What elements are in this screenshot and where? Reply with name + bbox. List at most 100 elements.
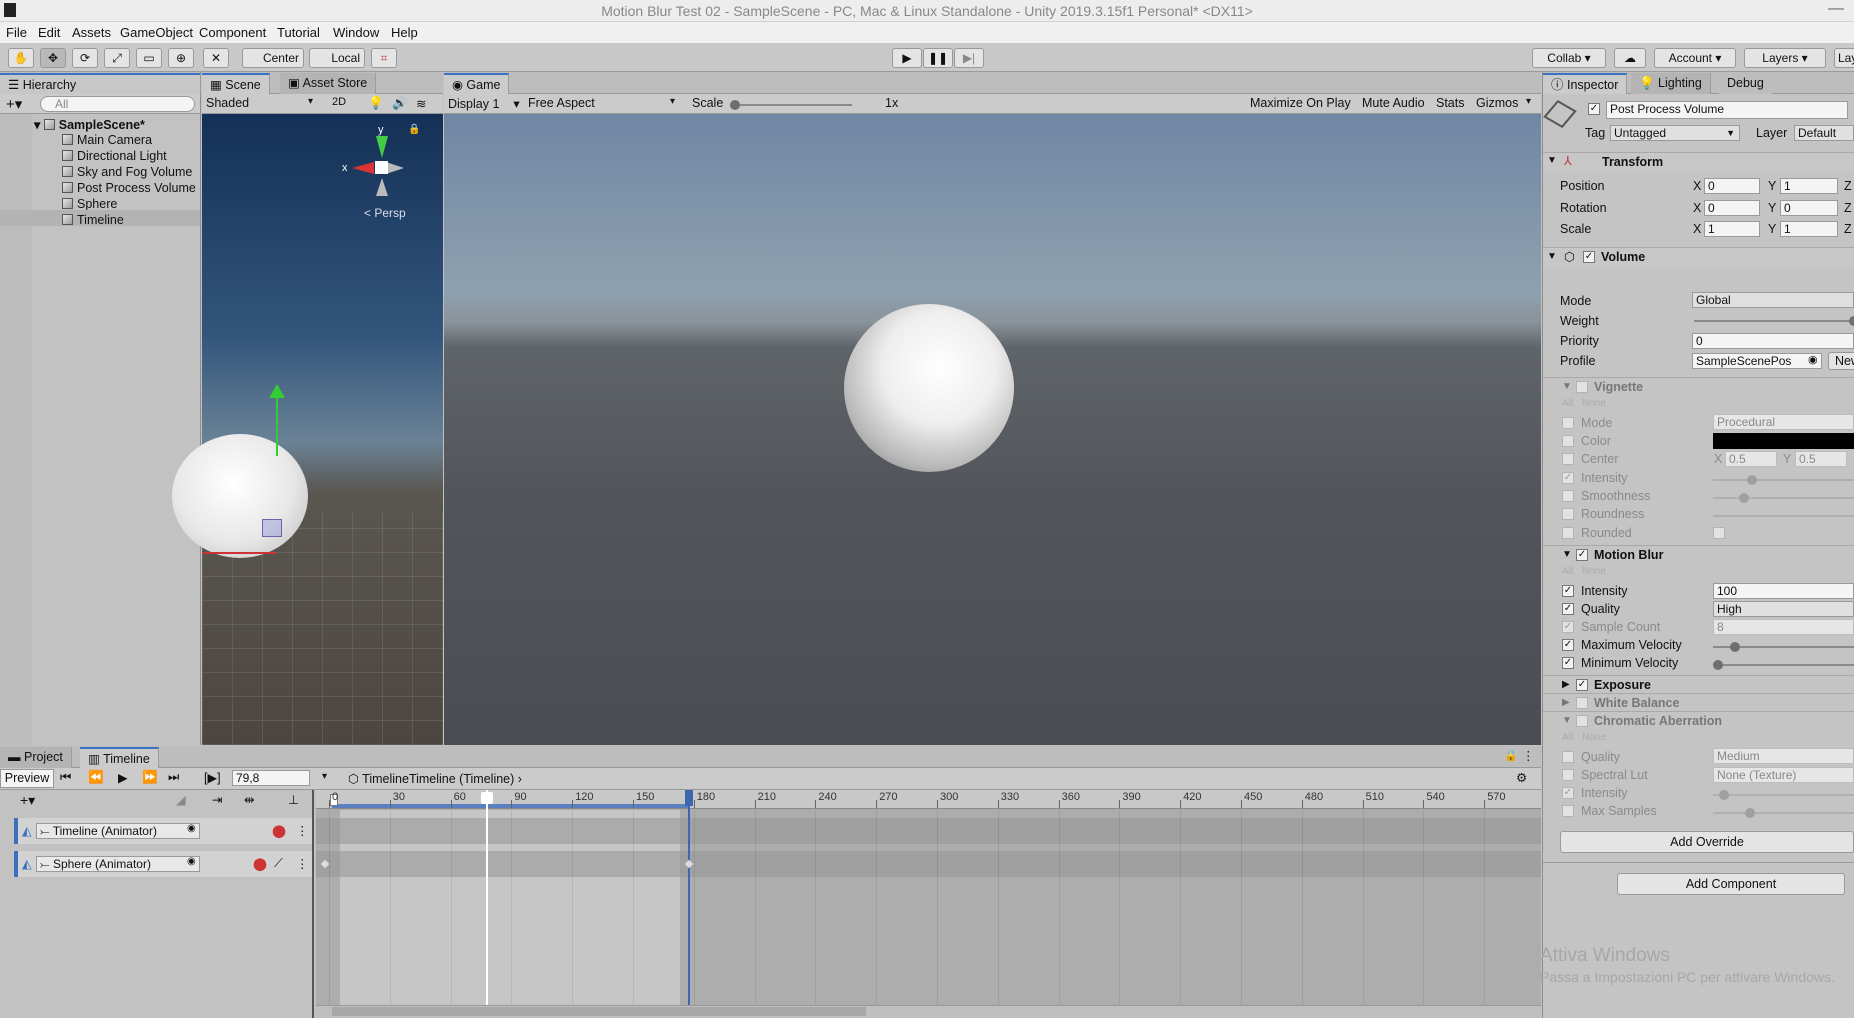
ca-spectral-override[interactable] bbox=[1562, 769, 1574, 781]
add-override-button[interactable]: Add Override bbox=[1560, 831, 1854, 853]
exposure-header[interactable] bbox=[1543, 675, 1854, 695]
volume-foldout-icon[interactable]: ▼ bbox=[1547, 251, 1557, 262]
display-dropdown[interactable]: Display 1 ▾ bbox=[448, 96, 520, 111]
ca-intensity-slider[interactable] bbox=[1713, 794, 1854, 796]
vignette-color-swatch[interactable] bbox=[1713, 433, 1854, 449]
audio-toggle-icon[interactable]: 🔊 bbox=[392, 96, 408, 111]
scale-slider-knob[interactable] bbox=[730, 100, 740, 110]
chromatic-all-toggle[interactable]: All bbox=[1562, 732, 1573, 743]
pivot-local-button[interactable]: Local bbox=[309, 48, 365, 68]
exposure-enabled-checkbox[interactable]: ✓ bbox=[1576, 679, 1588, 691]
preview-button[interactable]: Preview bbox=[0, 769, 54, 788]
binding-picker-icon[interactable]: ◉ bbox=[187, 856, 196, 867]
transform-foldout-icon[interactable]: ▼ bbox=[1547, 155, 1557, 166]
gizmos-button[interactable]: Gizmos bbox=[1476, 96, 1518, 110]
tab-lighting[interactable]: 💡 Lighting bbox=[1631, 73, 1711, 94]
shading-dropdown[interactable]: Shaded bbox=[206, 96, 249, 110]
weight-slider-knob[interactable] bbox=[1849, 316, 1854, 326]
scale-x-input[interactable]: 1 bbox=[1704, 221, 1760, 237]
tab-game[interactable]: ◉ Game bbox=[444, 73, 510, 94]
vignette-rounded-override[interactable] bbox=[1562, 527, 1574, 539]
cloud-icon[interactable]: ☁ bbox=[1614, 48, 1646, 68]
vignette-mode-override[interactable] bbox=[1562, 417, 1574, 429]
panel-menu-icon[interactable]: ⋮ bbox=[1522, 748, 1535, 763]
layers-button[interactable]: Layers ▾ bbox=[1744, 48, 1826, 68]
exposure-foldout-icon[interactable]: ▶ bbox=[1562, 679, 1570, 690]
ca-intensity-knob[interactable] bbox=[1719, 790, 1729, 800]
vignette-center-y-input[interactable]: 0.5 bbox=[1795, 451, 1847, 467]
track-menu-icon[interactable]: ⋮ bbox=[296, 823, 309, 838]
goto-start-icon[interactable]: ⏮ bbox=[60, 770, 71, 785]
vignette-mode-dropdown[interactable]: Procedural bbox=[1713, 414, 1854, 430]
mb-min-velocity-knob[interactable] bbox=[1713, 660, 1723, 670]
minimize-icon[interactable]: — bbox=[1828, 0, 1844, 18]
motion-blur-all-toggle[interactable]: All bbox=[1562, 566, 1573, 577]
tab-debug[interactable]: Debug bbox=[1719, 73, 1772, 94]
hierarchy-item-timeline[interactable]: Timeline bbox=[62, 213, 124, 227]
add-track-icon[interactable]: +▾ bbox=[20, 792, 35, 809]
vignette-color-override[interactable] bbox=[1562, 435, 1574, 447]
vignette-header[interactable] bbox=[1543, 377, 1854, 397]
hierarchy-item-sphere[interactable]: Sphere bbox=[62, 197, 117, 211]
mode-2d-button[interactable]: 2D bbox=[332, 96, 346, 108]
hierarchy-item-post-process[interactable]: Post Process Volume bbox=[62, 181, 196, 195]
vignette-center-override[interactable] bbox=[1562, 453, 1574, 465]
vignette-roundness-override[interactable] bbox=[1562, 508, 1574, 520]
goto-end-icon[interactable]: ⏭ bbox=[168, 770, 179, 785]
frame-input[interactable]: 79,8 bbox=[232, 770, 310, 786]
hierarchy-item-sky-fog[interactable]: Sky and Fog Volume bbox=[62, 165, 192, 179]
menu-tutorial[interactable]: Tutorial bbox=[277, 25, 320, 40]
lighting-toggle-icon[interactable]: 💡 bbox=[368, 96, 384, 111]
ca-max-samples-override[interactable] bbox=[1562, 805, 1574, 817]
ca-intensity-override[interactable]: ✓ bbox=[1562, 787, 1574, 799]
add-icon[interactable]: +▾ bbox=[6, 95, 22, 113]
move-tool-icon[interactable]: ✥ bbox=[40, 48, 66, 68]
step-button[interactable]: ▶| bbox=[954, 48, 984, 68]
white-balance-header[interactable] bbox=[1543, 693, 1854, 713]
rotation-x-input[interactable]: 0 bbox=[1704, 200, 1760, 216]
hand-tool-icon[interactable]: ✋ bbox=[8, 48, 34, 68]
mb-intensity-override[interactable]: ✓ bbox=[1562, 585, 1574, 597]
tab-hierarchy[interactable]: ☰ Hierarchy bbox=[0, 73, 201, 94]
playhead-lock-icon[interactable]: ⊥ bbox=[288, 792, 299, 807]
motion-blur-foldout-icon[interactable]: ▼ bbox=[1562, 549, 1572, 560]
tab-project[interactable]: ▬ Project bbox=[0, 747, 72, 768]
tab-asset-store[interactable]: ▣ Asset Store bbox=[280, 73, 377, 94]
position-y-input[interactable]: 1 bbox=[1780, 178, 1838, 194]
profile-new-button[interactable]: New bbox=[1828, 352, 1854, 370]
effects-toggle-icon[interactable]: ≋ bbox=[416, 96, 426, 111]
hierarchy-search-input[interactable]: All bbox=[40, 96, 195, 112]
gizmo-lock-icon[interactable]: 🔒 bbox=[408, 124, 420, 135]
menu-help[interactable]: Help bbox=[391, 25, 418, 40]
menu-window[interactable]: Window bbox=[333, 25, 379, 40]
vignette-foldout-icon[interactable]: ▼ bbox=[1562, 381, 1572, 392]
ca-quality-override[interactable] bbox=[1562, 751, 1574, 763]
end-marker-handle[interactable] bbox=[685, 790, 693, 806]
menu-gameobject[interactable]: GameObject bbox=[120, 25, 193, 40]
vignette-intensity-knob[interactable] bbox=[1747, 475, 1757, 485]
hierarchy-item-main-camera[interactable]: Main Camera bbox=[62, 133, 152, 147]
scene-sphere[interactable] bbox=[172, 434, 308, 558]
layout-button[interactable]: Lay bbox=[1834, 48, 1854, 68]
tab-inspector[interactable]: ⓘ Inspector bbox=[1543, 73, 1628, 94]
white-balance-foldout-icon[interactable]: ▶ bbox=[1562, 697, 1570, 708]
collab-button[interactable]: Collab ▾ bbox=[1532, 48, 1606, 68]
tab-scene[interactable]: ▦ Scene bbox=[202, 73, 270, 94]
snap-icon[interactable]: ⌗ bbox=[371, 48, 397, 68]
mb-quality-override[interactable]: ✓ bbox=[1562, 603, 1574, 615]
scale-y-input[interactable]: 1 bbox=[1780, 221, 1838, 237]
profile-field[interactable]: SampleScenePos bbox=[1692, 353, 1822, 369]
ca-max-samples-knob[interactable] bbox=[1745, 808, 1755, 818]
tab-timeline[interactable]: ▥ Timeline bbox=[80, 747, 159, 768]
menu-component[interactable]: Component bbox=[199, 25, 266, 40]
hierarchy-item-directional-light[interactable]: Directional Light bbox=[62, 149, 167, 163]
scale-tool-icon[interactable]: ⤢ bbox=[104, 48, 130, 68]
transform-tool-icon[interactable]: ⊕ bbox=[168, 48, 194, 68]
timeline-settings-icon[interactable]: ⚙ bbox=[1516, 770, 1527, 785]
clip-edit-mode-icon[interactable]: ⇥ bbox=[212, 792, 222, 807]
vignette-roundness-slider[interactable] bbox=[1713, 515, 1854, 517]
binding-picker-icon[interactable]: ◉ bbox=[187, 823, 196, 834]
tag-dropdown[interactable]: Untagged ▼ bbox=[1610, 125, 1740, 141]
persp-label[interactable]: < Persp bbox=[364, 206, 406, 220]
position-x-input[interactable]: 0 bbox=[1704, 178, 1760, 194]
